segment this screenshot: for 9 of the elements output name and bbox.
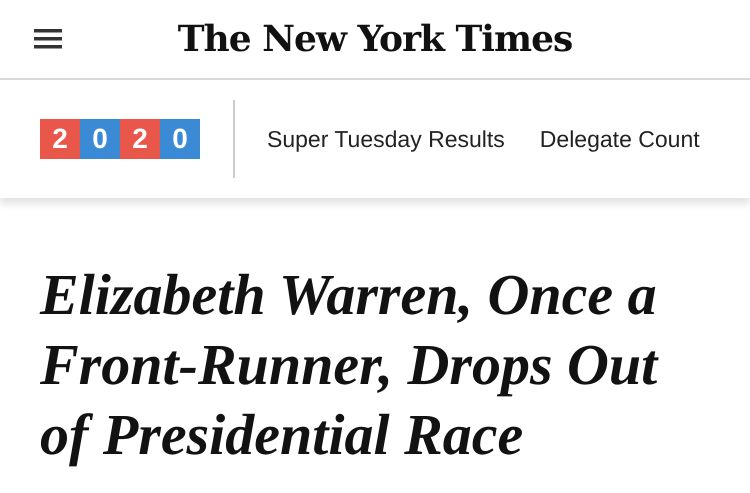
year-digit: 2 [120, 119, 160, 159]
year-digit: 0 [160, 119, 200, 159]
year-digit: 2 [40, 119, 80, 159]
nav-link[interactable]: Super Tuesday Results [267, 126, 505, 152]
year-digit: 0 [80, 119, 120, 159]
nav-link[interactable]: Delegate Count [540, 126, 700, 152]
site-logo[interactable]: The New York Times [0, 18, 750, 60]
article-headline: Elizabeth Warren, Once a Front-Runner, Drops Out of Presidential Race [40, 261, 660, 469]
menu-icon[interactable] [34, 29, 62, 49]
